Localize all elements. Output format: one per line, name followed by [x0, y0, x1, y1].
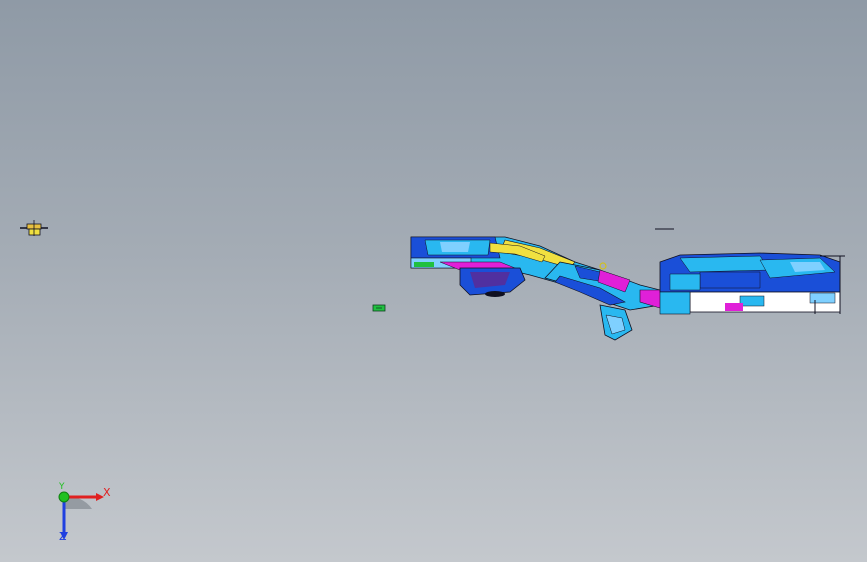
frame-assembly[interactable] — [410, 236, 845, 341]
y-axis-label: Y — [59, 482, 65, 492]
z-axis-label: Z — [59, 530, 67, 543]
graphics-viewport[interactable]: X Y Z — [0, 0, 867, 562]
y-axis-dot — [58, 491, 70, 503]
bracket-icon[interactable] — [20, 220, 48, 236]
green-tag-icon[interactable] — [372, 304, 386, 312]
x-axis-label: X — [103, 486, 111, 499]
cad-model-canvas[interactable] — [0, 0, 867, 562]
